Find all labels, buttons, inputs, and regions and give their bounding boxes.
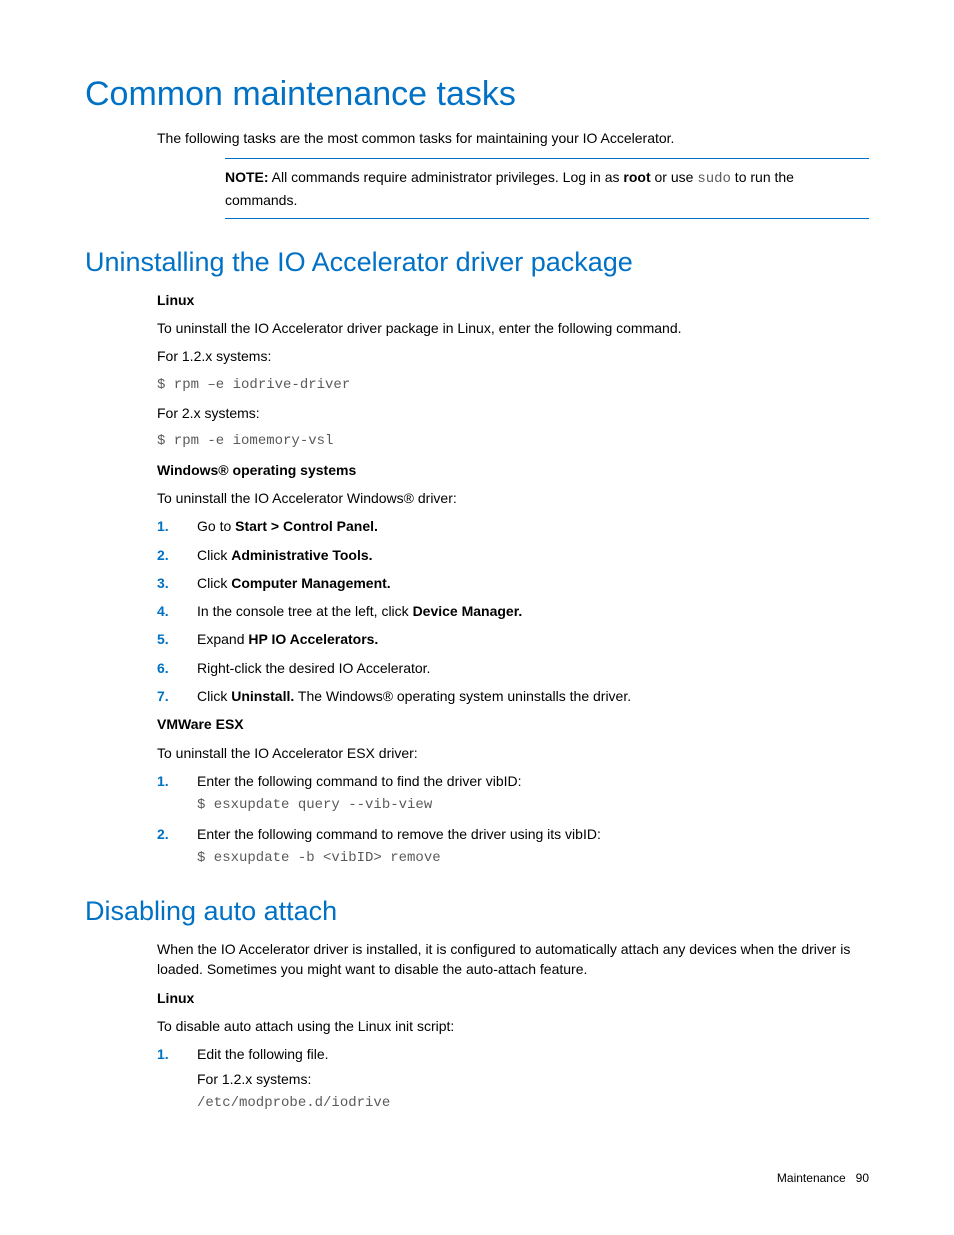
step-bold: HP IO Accelerators.: [248, 631, 378, 647]
list-item: Click Uninstall. The Windows® operating …: [157, 686, 869, 706]
step-bold: Computer Management.: [231, 575, 390, 591]
disable-steps: Edit the following file. For 1.2.x syste…: [157, 1044, 869, 1113]
linux-for2: For 2.x systems:: [157, 403, 869, 423]
linux-title: Linux: [157, 290, 869, 310]
step-cmd: /etc/modprobe.d/iodrive: [197, 1093, 869, 1113]
intro-block: The following tasks are the most common …: [157, 128, 869, 219]
windows-intro: To uninstall the IO Accelerator Windows®…: [157, 488, 869, 508]
disable-linux-intro: To disable auto attach using the Linux i…: [157, 1016, 869, 1036]
step-full: Right-click the desired IO Accelerator.: [197, 660, 430, 676]
heading-common-maintenance: Common maintenance tasks: [85, 75, 869, 114]
step-bold: Device Manager.: [413, 603, 523, 619]
step-text: Enter the following command to remove th…: [197, 826, 601, 842]
page-footer: Maintenance 90: [777, 1171, 869, 1185]
esx-intro: To uninstall the IO Accelerator ESX driv…: [157, 743, 869, 763]
step-cmd: $ esxupdate -b <vibID> remove: [197, 848, 869, 868]
step-pre: Click: [197, 575, 231, 591]
note-root: root: [623, 169, 650, 185]
note-label: NOTE:: [225, 169, 269, 185]
footer-page-number: 90: [856, 1171, 869, 1185]
step-pre: Click: [197, 547, 231, 563]
linux-cmd12: $ rpm –e iodrive-driver: [157, 375, 869, 395]
step-pre: Expand: [197, 631, 248, 647]
heading-disable-auto-attach: Disabling auto attach: [85, 896, 869, 927]
esx-steps: Enter the following command to find the …: [157, 771, 869, 868]
step-cmd: $ esxupdate query --vib-view: [197, 795, 869, 815]
list-item: Click Computer Management.: [157, 573, 869, 593]
disable-block: When the IO Accelerator driver is instal…: [157, 939, 869, 1113]
step-for12: For 1.2.x systems:: [197, 1069, 869, 1089]
list-item: Click Administrative Tools.: [157, 545, 869, 565]
step-pre: Click: [197, 688, 231, 704]
step-pre: In the console tree at the left, click: [197, 603, 413, 619]
list-item: Edit the following file. For 1.2.x syste…: [157, 1044, 869, 1113]
heading-uninstall: Uninstalling the IO Accelerator driver p…: [85, 247, 869, 278]
disable-linux-title: Linux: [157, 988, 869, 1008]
note-box: NOTE: All commands require administrator…: [225, 158, 869, 219]
list-item: Expand HP IO Accelerators.: [157, 629, 869, 649]
step-bold: Uninstall.: [231, 688, 294, 704]
step-text: Edit the following file.: [197, 1046, 329, 1062]
list-item: Go to Start > Control Panel.: [157, 516, 869, 536]
note-pre: All commands require administrator privi…: [269, 169, 624, 185]
intro-text: The following tasks are the most common …: [157, 128, 869, 148]
linux-for12: For 1.2.x systems:: [157, 346, 869, 366]
step-post: The Windows® operating system uninstalls…: [294, 688, 631, 704]
step-pre: Go to: [197, 518, 235, 534]
note-mid: or use: [651, 169, 698, 185]
step-text: Enter the following command to find the …: [197, 773, 522, 789]
disable-intro: When the IO Accelerator driver is instal…: [157, 939, 869, 980]
list-item: In the console tree at the left, click D…: [157, 601, 869, 621]
windows-title: Windows® operating systems: [157, 460, 869, 480]
note-code: sudo: [697, 171, 731, 187]
step-bold: Start > Control Panel.: [235, 518, 378, 534]
uninstall-block: Linux To uninstall the IO Accelerator dr…: [157, 290, 869, 868]
list-item: Enter the following command to find the …: [157, 771, 869, 816]
windows-steps: Go to Start > Control Panel. Click Admin…: [157, 516, 869, 706]
list-item: Enter the following command to remove th…: [157, 824, 869, 869]
esx-title: VMWare ESX: [157, 714, 869, 734]
document-page: Common maintenance tasks The following t…: [0, 0, 954, 1235]
list-item: Right-click the desired IO Accelerator.: [157, 658, 869, 678]
linux-intro: To uninstall the IO Accelerator driver p…: [157, 318, 869, 338]
footer-section: Maintenance: [777, 1171, 846, 1185]
step-bold: Administrative Tools.: [231, 547, 372, 563]
linux-cmd2: $ rpm -e iomemory-vsl: [157, 431, 869, 451]
